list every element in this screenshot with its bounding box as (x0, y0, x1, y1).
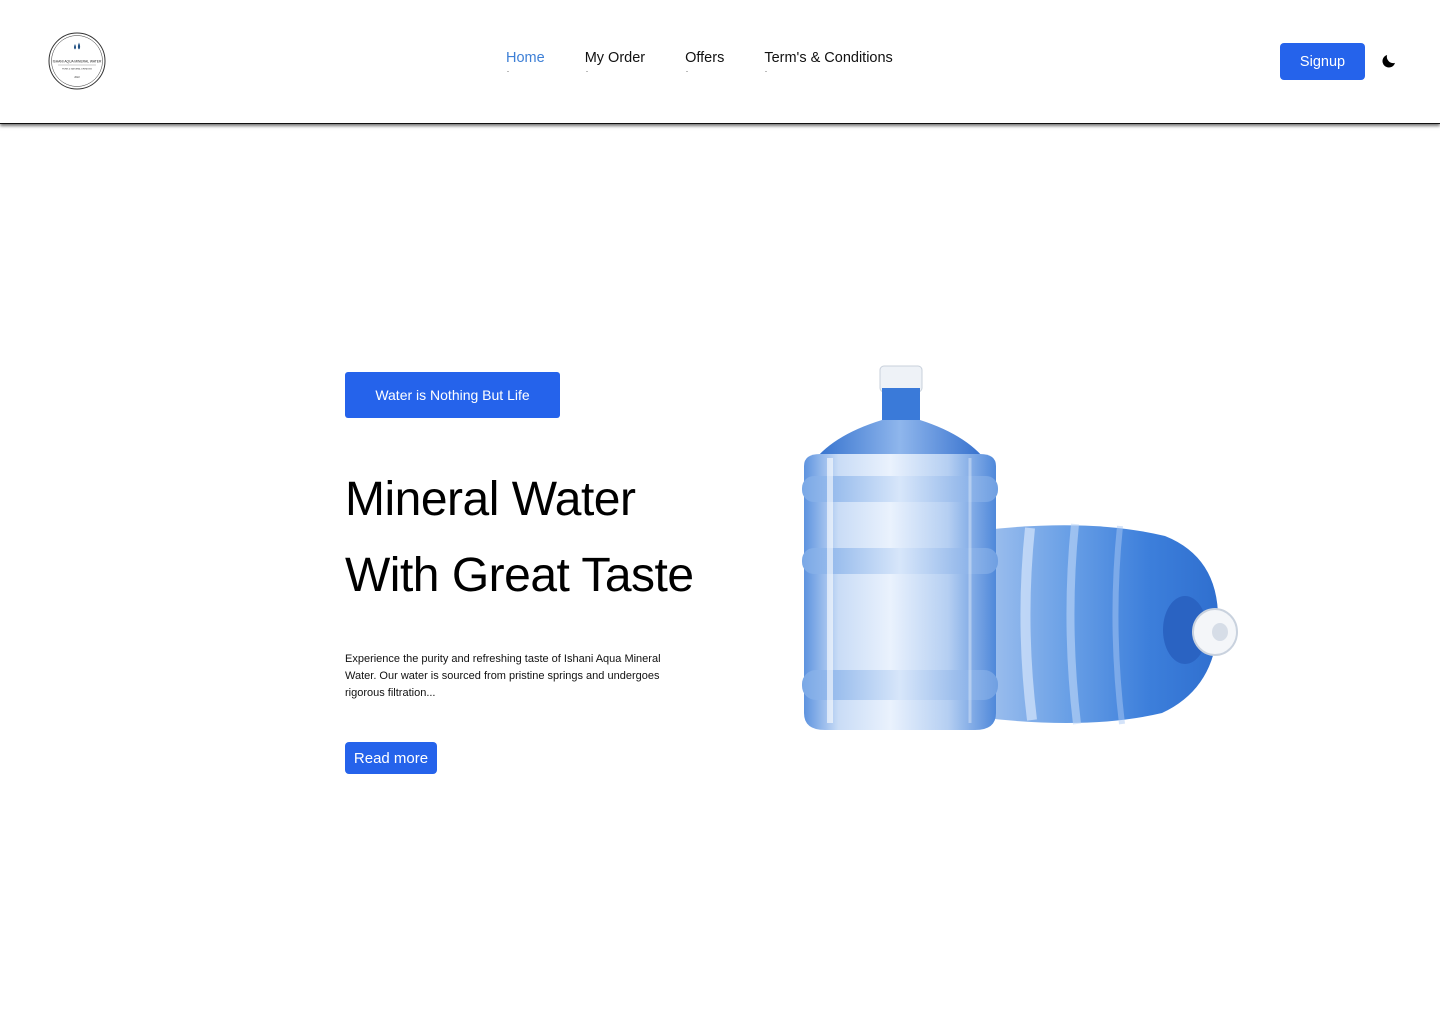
nav-item-my-order[interactable]: My Order (585, 50, 645, 72)
nav-item-terms[interactable]: Term's & Conditions (764, 50, 893, 72)
water-bottles-image (802, 365, 1238, 730)
nav-item-offers[interactable]: Offers (685, 50, 724, 72)
hero-title-line-2: With Great Taste (345, 549, 694, 602)
logo-tagline-text: PURE & NATURAL DRINKING (62, 68, 92, 71)
hero-title-line-1: Mineral Water (345, 473, 636, 526)
logo-since-text: 2022 (74, 76, 80, 79)
hero-description: Experience the purity and refreshing tas… (345, 653, 661, 699)
lying-bottle (985, 523, 1238, 725)
moon-icon[interactable] (1380, 52, 1398, 70)
nav-item-home[interactable]: Home (506, 50, 545, 72)
tagline-badge: Water is Nothing But Life (345, 372, 560, 418)
main-nav: Home My Order Offers Term's & Conditions (506, 50, 893, 72)
read-more-button[interactable]: Read more (345, 742, 437, 774)
signup-button[interactable]: Signup (1280, 43, 1365, 80)
brand-logo[interactable]: ISHANI AQUA MINERAL WATER PURE & NATURAL… (48, 32, 106, 90)
standing-bottle (802, 365, 998, 730)
site-header: ISHANI AQUA MINERAL WATER PURE & NATURAL… (0, 0, 1440, 123)
hero-title: Mineral Water With Great Taste (345, 462, 765, 614)
logo-name-text: ISHANI AQUA MINERAL WATER (53, 60, 102, 64)
